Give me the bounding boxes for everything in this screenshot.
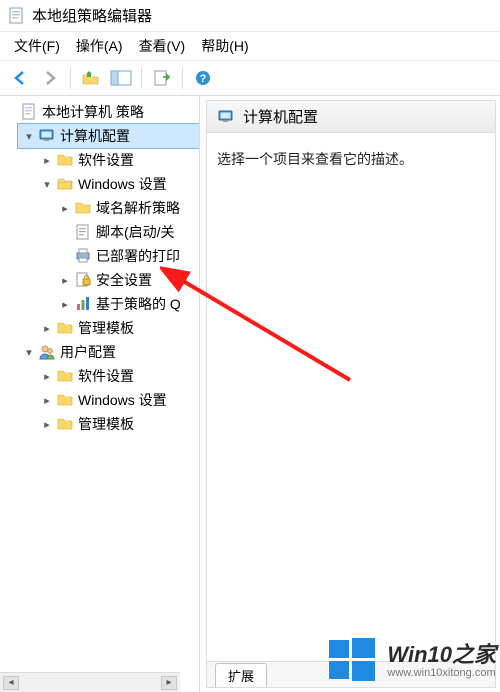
title-bar: 本地组策略编辑器: [0, 0, 500, 32]
watermark-url: www.win10xitong.com: [387, 667, 496, 679]
tree-label: 管理模板: [78, 414, 134, 434]
tree-label: 脚本(启动/关: [96, 222, 175, 242]
printer-icon: [74, 247, 92, 265]
tree-computer-config[interactable]: ▾ 计算机配置: [18, 124, 199, 148]
help-button[interactable]: ?: [189, 64, 217, 92]
forward-button[interactable]: [36, 64, 64, 92]
show-hide-tree-button[interactable]: [107, 64, 135, 92]
expand-icon[interactable]: ▸: [40, 393, 54, 407]
user-icon: [38, 343, 56, 361]
detail-pane: 计算机配置 选择一个项目来查看它的描述。 扩展: [206, 100, 496, 688]
toolbar-separator: [70, 67, 71, 89]
blank-expander: [4, 105, 18, 119]
window-title: 本地组策略编辑器: [32, 5, 152, 26]
arrow-right-icon: [41, 69, 59, 87]
tree-label: Windows 设置: [78, 390, 167, 410]
toolbar: ?: [0, 60, 500, 96]
folder-icon: [74, 199, 92, 217]
menu-view[interactable]: 查看(V): [131, 34, 194, 58]
menu-help[interactable]: 帮助(H): [193, 34, 256, 58]
tree-item-deployed-printers[interactable]: 已部署的打印: [54, 244, 199, 268]
tree-item-windows-settings[interactable]: ▾ Windows 设置: [36, 172, 199, 196]
toolbar-separator: [182, 67, 183, 89]
tree-item-security-settings[interactable]: ▸ 安全设置: [54, 268, 199, 292]
help-icon: ?: [194, 69, 212, 87]
tree-item-user-windows[interactable]: ▸ Windows 设置: [36, 388, 199, 412]
folder-icon: [56, 415, 74, 433]
menu-action[interactable]: 操作(A): [68, 34, 131, 58]
collapse-icon[interactable]: ▾: [22, 345, 36, 359]
tree-user-config[interactable]: ▾ 用户配置: [18, 340, 199, 364]
expand-icon[interactable]: ▸: [40, 369, 54, 383]
export-list-button[interactable]: [148, 64, 176, 92]
folder-open-icon: [56, 175, 74, 193]
tree-item-policy-qos[interactable]: ▸ 基于策略的 Q: [54, 292, 199, 316]
detail-body: 选择一个项目来查看它的描述。: [207, 133, 495, 185]
toolbar-separator: [141, 67, 142, 89]
up-button[interactable]: [77, 64, 105, 92]
tree-label: 软件设置: [78, 366, 134, 386]
menu-file[interactable]: 文件(F): [6, 34, 68, 58]
tree-label: 安全设置: [96, 270, 152, 290]
folder-icon: [56, 367, 74, 385]
tree-label: 软件设置: [78, 150, 134, 170]
script-icon: [74, 223, 92, 241]
folder-icon: [56, 319, 74, 337]
tree-label: 域名解析策略: [96, 198, 180, 218]
horizontal-scrollbar[interactable]: ◂ ▸: [0, 672, 180, 692]
app-icon: [8, 7, 26, 25]
back-button[interactable]: [6, 64, 34, 92]
scroll-right-icon[interactable]: ▸: [161, 676, 177, 690]
document-icon: [20, 103, 38, 121]
tree-label: 基于策略的 Q: [96, 294, 181, 314]
folder-icon: [56, 391, 74, 409]
computer-icon: [38, 127, 56, 145]
tree-label: 管理模板: [78, 318, 134, 338]
windows-logo-icon: [325, 634, 379, 688]
tab-extended[interactable]: 扩展: [215, 663, 267, 687]
scroll-left-icon[interactable]: ◂: [3, 676, 19, 690]
tree-root[interactable]: 本地计算机 策略: [0, 100, 199, 124]
watermark-title: Win10之家: [387, 643, 496, 667]
tree-item-software-settings[interactable]: ▸ 软件设置: [36, 148, 199, 172]
expand-icon[interactable]: ▸: [40, 153, 54, 167]
expand-icon[interactable]: ▸: [58, 297, 72, 311]
tree-label: Windows 设置: [78, 174, 167, 194]
security-icon: [74, 271, 92, 289]
up-folder-icon: [81, 69, 101, 87]
arrow-left-icon: [11, 69, 29, 87]
tree-item-dns-policy[interactable]: ▸ 域名解析策略: [54, 196, 199, 220]
tree-label: 计算机配置: [60, 126, 130, 146]
export-icon: [153, 69, 171, 87]
content-area: 本地计算机 策略 ▾ 计算机配置: [0, 96, 500, 692]
menu-bar: 文件(F) 操作(A) 查看(V) 帮助(H): [0, 32, 500, 60]
pane-icon: [110, 69, 132, 87]
detail-message: 选择一个项目来查看它的描述。: [217, 151, 413, 167]
detail-header: 计算机配置: [207, 101, 495, 133]
expand-icon[interactable]: ▸: [40, 321, 54, 335]
tree-label: 已部署的打印: [96, 246, 180, 266]
collapse-icon[interactable]: ▾: [40, 177, 54, 191]
blank-expander: [58, 225, 72, 239]
blank-expander: [58, 249, 72, 263]
folder-icon: [56, 151, 74, 169]
watermark: Win10之家 www.win10xitong.com: [325, 634, 496, 688]
expand-icon[interactable]: ▸: [58, 273, 72, 287]
detail-title: 计算机配置: [243, 106, 318, 127]
tree-item-admin-templates[interactable]: ▸ 管理模板: [36, 316, 199, 340]
tree-label: 本地计算机 策略: [42, 102, 144, 122]
tree-item-user-software[interactable]: ▸ 软件设置: [36, 364, 199, 388]
tree-item-scripts[interactable]: 脚本(启动/关: [54, 220, 199, 244]
tree-pane[interactable]: 本地计算机 策略 ▾ 计算机配置: [0, 96, 200, 692]
tree-item-user-admin[interactable]: ▸ 管理模板: [36, 412, 199, 436]
expand-icon[interactable]: ▸: [40, 417, 54, 431]
tree-label: 用户配置: [60, 342, 116, 362]
expand-icon[interactable]: ▸: [58, 201, 72, 215]
collapse-icon[interactable]: ▾: [22, 129, 36, 143]
svg-text:?: ?: [200, 73, 207, 85]
chart-icon: [74, 295, 92, 313]
computer-icon: [217, 108, 235, 126]
